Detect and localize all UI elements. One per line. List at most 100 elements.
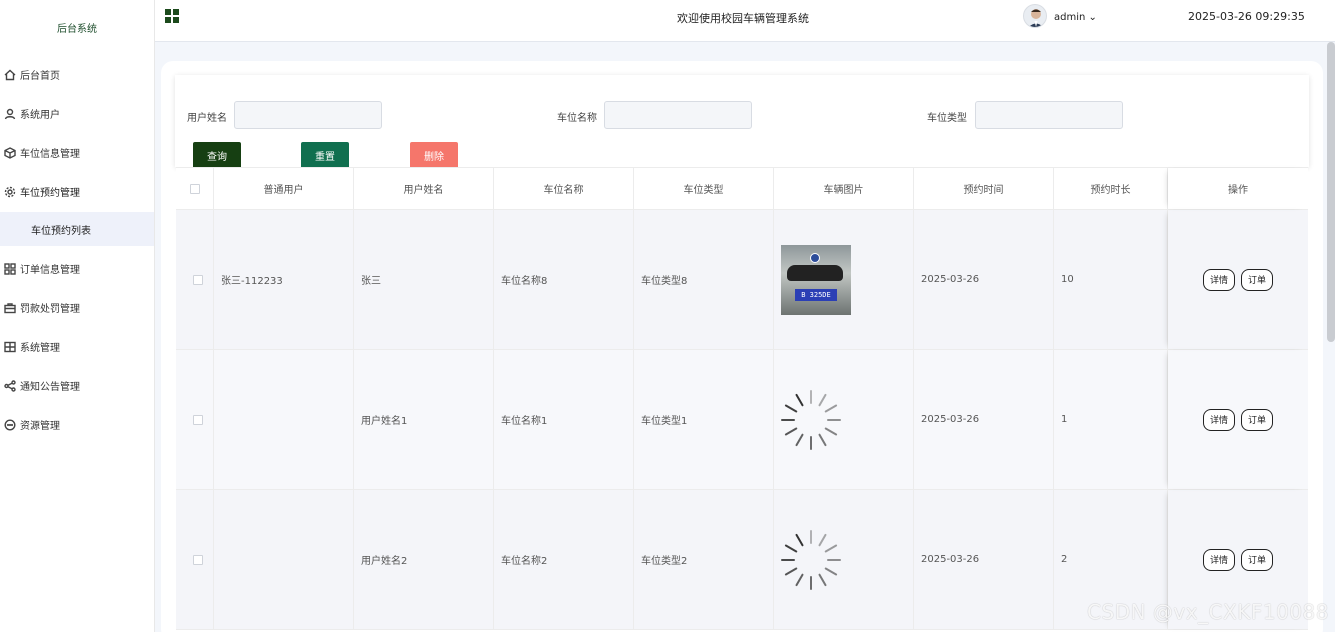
spinner-spoke bbox=[795, 393, 804, 407]
welcome-title: 欢迎使用校园车辆管理系统 bbox=[677, 12, 809, 25]
briefcase-icon bbox=[3, 301, 17, 315]
table-row: 用户姓名1 车位名称1 车位类型1 2025-03-26 1 详情 订单 bbox=[176, 350, 1308, 490]
spinner-spoke bbox=[795, 533, 804, 547]
sidebar-item-orders[interactable]: 订单信息管理 bbox=[0, 249, 154, 288]
spinner-spoke bbox=[810, 529, 812, 544]
cell-duration: 10 bbox=[1054, 210, 1168, 349]
row-select-cell bbox=[176, 350, 214, 489]
spinner-spoke bbox=[827, 418, 841, 421]
sidebar: 后台系统 后台首页 系统用户 车位信息管理 车位预约管理 车位预约列表 订单信息… bbox=[0, 0, 155, 632]
spinner-spoke bbox=[818, 533, 827, 547]
select-all-cell bbox=[176, 168, 214, 209]
row-select-cell bbox=[176, 210, 214, 349]
sidebar-item-parking-info[interactable]: 车位信息管理 bbox=[0, 133, 154, 172]
sidebar-item-label: 资源管理 bbox=[20, 421, 60, 432]
column-header[interactable]: 预约时间 bbox=[914, 168, 1054, 209]
detail-button[interactable]: 详情 bbox=[1202, 268, 1235, 291]
username: admin bbox=[1054, 12, 1086, 23]
user-dropdown[interactable]: admin ⌄ bbox=[1054, 12, 1097, 23]
avatar[interactable] bbox=[1023, 4, 1047, 28]
license-plate: B 325DE bbox=[795, 288, 837, 301]
detail-button[interactable]: 详情 bbox=[1202, 408, 1235, 431]
spinner-spoke bbox=[818, 432, 827, 446]
cell-image: B 325DE bbox=[774, 210, 914, 349]
car-image[interactable]: B 325DE bbox=[781, 244, 851, 315]
reservation-table: 普通用户 用户姓名 车位名称 车位类型 车辆图片 预约时间 预约时长 操作 张三… bbox=[176, 167, 1308, 630]
datetime-display: 2025-03-26 09:29:35 bbox=[1188, 10, 1305, 23]
gear-icon bbox=[3, 185, 17, 199]
spinner-spoke bbox=[824, 403, 838, 413]
column-header[interactable]: 用户姓名 bbox=[354, 168, 494, 209]
row-checkbox[interactable] bbox=[193, 414, 203, 425]
submenu-item-reservation-list[interactable]: 车位预约列表 bbox=[0, 212, 154, 246]
content-card: 用户姓名 车位名称 车位类型 查询 重置 删除 普通用户 用户姓名 车位名称 车… bbox=[161, 61, 1323, 632]
watermark: CSDN @vx_CXKF10088 bbox=[1087, 600, 1329, 624]
row-select-cell bbox=[176, 490, 214, 629]
sidebar-item-notices[interactable]: 通知公告管理 bbox=[0, 366, 154, 405]
row-checkbox[interactable] bbox=[193, 554, 203, 565]
sidebar-item-fines[interactable]: 罚款处罚管理 bbox=[0, 288, 154, 327]
detail-button[interactable]: 详情 bbox=[1202, 548, 1235, 571]
chat-icon bbox=[3, 418, 17, 432]
cell-name: 用户姓名1 bbox=[354, 350, 494, 489]
chevron-down-icon: ⌄ bbox=[1088, 12, 1097, 23]
cell-time: 2025-03-26 bbox=[914, 350, 1054, 489]
delete-button[interactable]: 删除 bbox=[410, 142, 458, 169]
reset-button[interactable]: 重置 bbox=[301, 142, 349, 169]
column-header[interactable]: 车位名称 bbox=[494, 168, 634, 209]
user-name-input[interactable] bbox=[234, 101, 382, 129]
column-header[interactable]: 车位类型 bbox=[634, 168, 774, 209]
table-row: 张三-112233 张三 车位名称8 车位类型8 B 325DE 2025-03… bbox=[176, 210, 1308, 350]
sidebar-item-system-management[interactable]: 系统管理 bbox=[0, 327, 154, 366]
page-scrollbar[interactable] bbox=[1327, 42, 1335, 342]
sidebar-item-system-users[interactable]: 系统用户 bbox=[0, 94, 154, 133]
cell-name: 张三 bbox=[354, 210, 494, 349]
spinner-spoke bbox=[784, 403, 798, 413]
home-icon bbox=[3, 68, 17, 82]
space-name-input[interactable] bbox=[604, 101, 752, 129]
column-header[interactable]: 预约时长 bbox=[1054, 168, 1168, 209]
select-all-checkbox[interactable] bbox=[189, 183, 200, 194]
cell-space: 车位名称2 bbox=[494, 490, 634, 629]
layout-icon bbox=[3, 340, 17, 354]
spinner-spoke bbox=[818, 393, 827, 407]
spinner-spoke bbox=[810, 575, 812, 590]
brand-title: 后台系统 bbox=[57, 24, 97, 35]
spinner-spoke bbox=[784, 566, 798, 576]
sidebar-item-label: 订单信息管理 bbox=[20, 265, 80, 276]
sidebar-item-label: 后台首页 bbox=[20, 71, 60, 82]
sidebar-item-label: 系统用户 bbox=[20, 110, 60, 121]
column-header[interactable]: 车辆图片 bbox=[774, 168, 914, 209]
spinner-spoke bbox=[784, 426, 798, 436]
spinner-spoke bbox=[795, 432, 804, 446]
sidebar-menu: 后台首页 系统用户 车位信息管理 车位预约管理 车位预约列表 订单信息管理 罚款… bbox=[0, 55, 154, 444]
spinner-spoke bbox=[824, 426, 838, 436]
table-header: 普通用户 用户姓名 车位名称 车位类型 车辆图片 预约时间 预约时长 操作 bbox=[176, 167, 1308, 210]
row-checkbox[interactable] bbox=[193, 274, 203, 285]
spinner-spoke bbox=[781, 418, 795, 421]
cell-type: 车位类型8 bbox=[634, 210, 774, 349]
sidebar-item-home[interactable]: 后台首页 bbox=[0, 55, 154, 94]
sidebar-item-resources[interactable]: 资源管理 bbox=[0, 405, 154, 444]
sidebar-item-parking-reservation[interactable]: 车位预约管理 bbox=[0, 172, 154, 211]
query-button[interactable]: 查询 bbox=[193, 142, 241, 169]
cell-type: 车位类型1 bbox=[634, 350, 774, 489]
menu-toggle-icon[interactable] bbox=[165, 9, 179, 23]
spinner-spoke bbox=[781, 558, 795, 561]
top-header: 欢迎使用校园车辆管理系统 admin ⌄ 2025-03-26 09:29:35 bbox=[155, 0, 1335, 42]
column-header: 操作 bbox=[1168, 168, 1308, 209]
cell-actions: 详情 订单 bbox=[1168, 350, 1308, 489]
order-button[interactable]: 订单 bbox=[1241, 548, 1274, 571]
order-button[interactable]: 订单 bbox=[1241, 268, 1274, 291]
cell-type: 车位类型2 bbox=[634, 490, 774, 629]
space-name-label: 车位名称 bbox=[557, 113, 597, 124]
cell-image bbox=[774, 490, 914, 629]
space-type-input[interactable] bbox=[975, 101, 1123, 129]
spinner-spoke bbox=[784, 543, 798, 553]
share-icon bbox=[3, 379, 17, 393]
spinner-spoke bbox=[795, 572, 804, 586]
sidebar-item-label: 罚款处罚管理 bbox=[20, 304, 80, 315]
order-button[interactable]: 订单 bbox=[1241, 408, 1274, 431]
cube-icon bbox=[3, 146, 17, 160]
column-header[interactable]: 普通用户 bbox=[214, 168, 354, 209]
